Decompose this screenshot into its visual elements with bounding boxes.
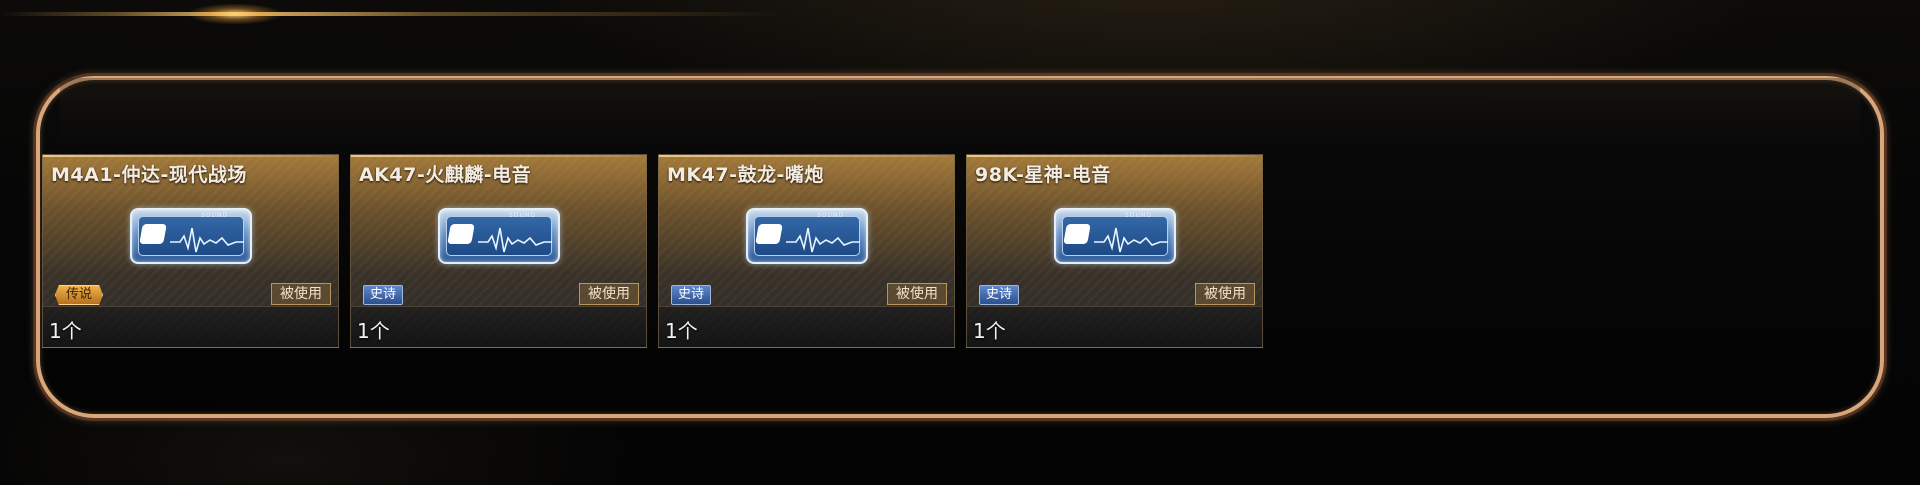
item-card[interactable]: M4A1-仲达-现代战场 SOUND 传说 被使用 1个 xyxy=(42,154,339,348)
item-name: 98K-星神-电音 xyxy=(975,164,1111,186)
in-use-badge: 被使用 xyxy=(1195,283,1255,305)
item-card[interactable]: AK47-火麒麟-电音 SOUND 史诗 被使用 1个 xyxy=(350,154,647,348)
rarity-badge: 史诗 xyxy=(979,285,1020,305)
item-card[interactable]: 98K-星神-电音 SOUND 史诗 被使用 1个 xyxy=(966,154,1263,348)
card-footer: 1个 xyxy=(659,306,954,347)
item-name: MK47-鼓龙-嘴炮 xyxy=(667,164,824,186)
item-count: 1个 xyxy=(973,319,1006,343)
rarity-badge: 史诗 xyxy=(363,285,404,305)
item-card[interactable]: MK47-鼓龙-嘴炮 SOUND 史诗 被使用 1个 xyxy=(658,154,955,348)
sound-card-icon: SOUND xyxy=(130,208,252,264)
in-use-badge: 被使用 xyxy=(887,283,947,305)
in-use-badge: 被使用 xyxy=(579,283,639,305)
in-use-badge: 被使用 xyxy=(271,283,331,305)
top-glow-line xyxy=(0,12,780,16)
item-count: 1个 xyxy=(357,319,390,343)
sound-card-icon: SOUND xyxy=(438,208,560,264)
card-footer: 1个 xyxy=(351,306,646,347)
item-name: AK47-火麒麟-电音 xyxy=(359,164,532,186)
card-footer: 1个 xyxy=(967,306,1262,347)
item-count: 1个 xyxy=(49,319,82,343)
sound-card-icon: SOUND xyxy=(746,208,868,264)
game-screen: M4A1-仲达-现代战场 SOUND 传说 被使用 1个 AK47-火麒麟-电音… xyxy=(0,0,1920,485)
item-name: M4A1-仲达-现代战场 xyxy=(51,164,247,186)
rarity-badge: 史诗 xyxy=(671,285,712,305)
item-count: 1个 xyxy=(665,319,698,343)
top-glow-spot xyxy=(190,4,280,24)
rarity-badge: 传说 xyxy=(55,285,104,305)
card-footer: 1个 xyxy=(43,306,338,347)
sound-card-icon: SOUND xyxy=(1054,208,1176,264)
